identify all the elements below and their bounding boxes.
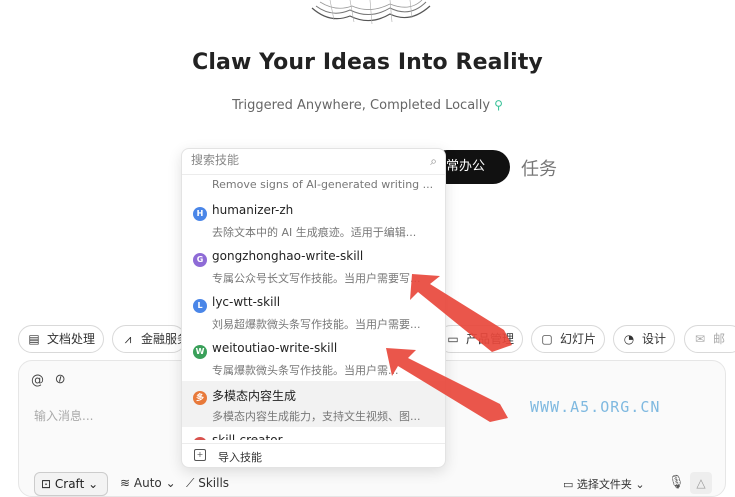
folder-select[interactable]: ▭ 选择文件夹 ⌄ (563, 476, 645, 492)
skill-badge: H (193, 207, 207, 221)
skills-label: Skills (198, 476, 230, 490)
skill-name: 多模态内容生成 (212, 389, 297, 403)
skill-search: ⌕ (182, 149, 445, 175)
task-label: 任务 (521, 159, 557, 180)
skill-name: weitoutiao-write-skill (212, 341, 338, 355)
send-button[interactable]: △ (690, 472, 712, 494)
chevron-down-icon: ⌄ (88, 477, 99, 491)
craft-icon: ⊡ (41, 477, 52, 491)
skill-desc: 多模态内容生成能力，支持文生视频、图... (212, 410, 421, 423)
folder-label: 选择文件夹 (576, 478, 632, 491)
chevron-down-icon: ⌄ (165, 476, 176, 490)
import-skill-label: 导入技能 (218, 451, 262, 464)
skill-item-gongzhonghao[interactable]: G gongzhonghao-write-skill 专属公众号长文写作技能。当… (182, 243, 445, 289)
monitor-icon: ▭ (563, 478, 574, 491)
skill-item-skill-creator[interactable]: S skill-creator (182, 427, 445, 440)
skill-desc: 刘易超爆款微头条写作技能。当用户需要... (212, 318, 421, 331)
skill-item-multimodal[interactable]: 多 多模态内容生成 多模态内容生成能力，支持文生视频、图... (182, 381, 445, 427)
chip-label: 幻灯片 (560, 332, 597, 346)
chip-design[interactable]: ◔ 设计 (613, 325, 675, 353)
send-icon: △ (696, 476, 706, 490)
skill-search-input[interactable] (191, 153, 411, 167)
mail-icon: ✉ (694, 332, 706, 346)
skill-badge: L (193, 299, 207, 313)
presentation-icon: ▢ (541, 332, 553, 346)
skill-item-lyc-wtt[interactable]: L lyc-wtt-skill 刘易超爆款微头条写作技能。当用户需要... (182, 289, 445, 335)
chip-label: 设计 (642, 332, 667, 346)
skill-desc: 专属爆款微头条写作技能。当用户需... (212, 364, 399, 377)
chip-mail[interactable]: ✉ 邮 (684, 325, 735, 353)
skill-item-humanizer[interactable]: H humanizer-zh 去除文本中的 AI 生成痕迹。适用于编辑... (182, 197, 445, 243)
auto-dropdown[interactable]: ≋ Auto ⌄ (120, 476, 176, 490)
chart-icon: ⩘ (124, 332, 132, 346)
watermark: WWW.A5.ORG.CN (530, 398, 661, 416)
skill-badge: W (193, 345, 207, 359)
chip-product[interactable]: ▭ 产品管理 (437, 325, 523, 353)
import-skill-button[interactable]: + 导入技能 (182, 443, 445, 467)
skill-badge: S (193, 437, 207, 440)
skill-list: Remove signs of AI-generated writing ...… (182, 175, 445, 440)
skill-name: humanizer-zh (212, 203, 294, 217)
chevron-down-icon: ⌄ (635, 478, 645, 491)
skill-item-weitoutiao[interactable]: W weitoutiao-write-skill 专属爆款微头条写作技能。当用户… (182, 335, 445, 381)
skills-button[interactable]: ⟋ Skills (186, 476, 229, 491)
skill-badge: G (193, 253, 207, 267)
skill-name: skill-creator (212, 433, 283, 440)
skill-popup: ⌕ Remove signs of AI-generated writing .… (181, 148, 446, 468)
skill-badge: 多 (193, 391, 207, 405)
skill-desc: 专属公众号长文写作技能。当用户需要写... (212, 272, 421, 285)
craft-label: Craft (54, 477, 85, 491)
search-icon[interactable]: ⌕ (430, 154, 437, 169)
map-pin-icon: ⚲ (494, 98, 503, 112)
skill-name: gongzhonghao-write-skill (212, 249, 364, 263)
hero-title: Claw Your Ideas Into Reality (192, 50, 543, 75)
chip-finance[interactable]: ⩘ 金融服务 (112, 325, 189, 353)
document-icon: ▤ (28, 332, 40, 346)
hero-subtitle: Triggered Anywhere, Completed Locally ⚲ (0, 98, 735, 113)
skill-desc: 去除文本中的 AI 生成痕迹。适用于编辑... (212, 226, 417, 239)
hero-subtitle-text: Triggered Anywhere, Completed Locally (232, 98, 491, 113)
auto-label: Auto (133, 476, 162, 490)
message-input[interactable]: 输入消息... (34, 407, 93, 424)
chip-label: 邮 (713, 332, 726, 346)
microphone-icon[interactable]: 🎙 (668, 475, 685, 490)
skill-desc: Remove signs of AI-generated writing ... (212, 178, 434, 191)
chip-label: 产品管理 (466, 332, 515, 346)
skill-name: lyc-wtt-skill (212, 295, 281, 309)
folder-icon: ▭ (447, 332, 459, 346)
import-icon: + (194, 449, 206, 461)
paperclip-icon[interactable]: ⊘ (52, 370, 69, 388)
chip-slides[interactable]: ▢ 幻灯片 (531, 325, 605, 353)
chip-document[interactable]: ▤ 文档处理 (18, 325, 104, 353)
palette-icon: ◔ (623, 332, 635, 346)
chip-label: 文档处理 (47, 332, 96, 346)
app-logo (311, 0, 431, 25)
mention-icon[interactable]: @ (31, 373, 44, 388)
craft-dropdown[interactable]: ⊡ Craft ⌄ (34, 472, 108, 496)
layers-icon: ≋ (120, 476, 131, 490)
claw-icon: ⟋ (186, 476, 195, 490)
